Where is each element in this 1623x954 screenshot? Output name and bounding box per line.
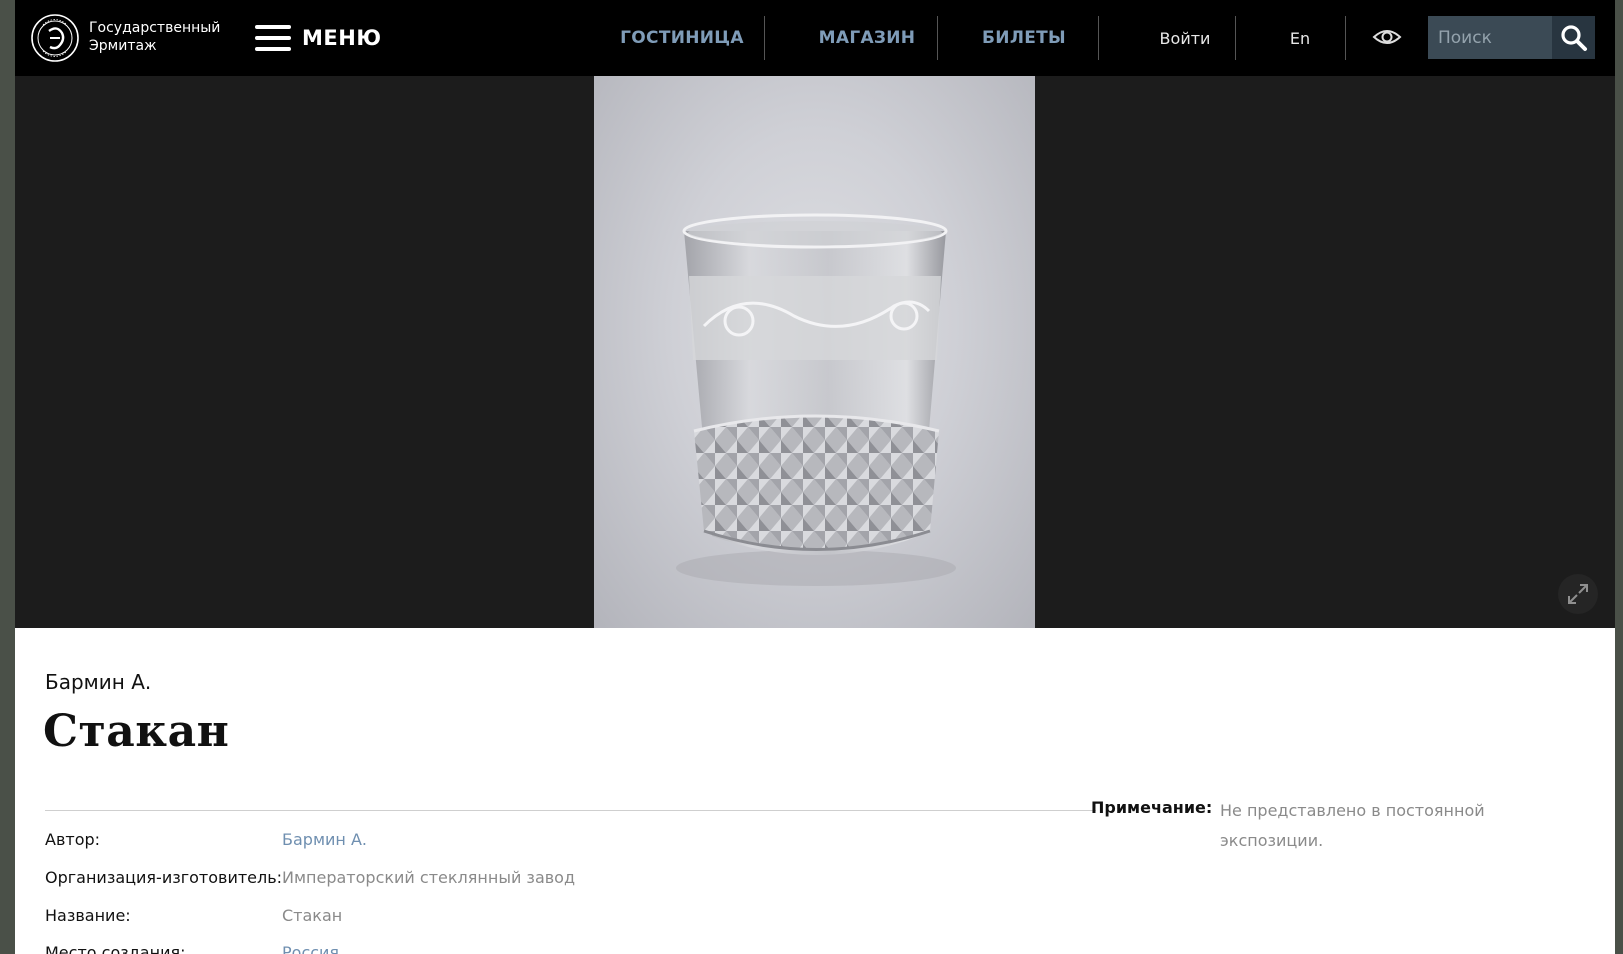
note-label: Примечание:	[1091, 798, 1213, 817]
detail-label: Место создания:	[45, 943, 186, 954]
detail-value: Императорский стеклянный завод	[282, 868, 576, 887]
search-icon	[1560, 24, 1587, 51]
page-title: Стакан	[43, 706, 230, 757]
detail-label: Название:	[45, 906, 131, 925]
detail-value: Стакан	[282, 906, 343, 925]
logo-text[interactable]: Государственный Эрмитаж	[89, 19, 220, 55]
expand-button[interactable]	[1558, 574, 1598, 614]
nav-divider	[1235, 16, 1236, 60]
logo-text-line1: Государственный	[89, 20, 221, 36]
logo-seal-icon[interactable]	[29, 5, 81, 70]
language-switch[interactable]: En	[1255, 0, 1345, 76]
hamburger-icon	[255, 25, 291, 51]
nav-divider	[937, 16, 938, 60]
hero-image-area	[15, 76, 1615, 628]
item-author: Бармин А.	[45, 670, 152, 694]
detail-label: Организация-изготовитель:	[45, 868, 283, 887]
nav-link-shop[interactable]: МАГАЗИН	[800, 0, 934, 76]
item-photo[interactable]	[594, 76, 1035, 628]
menu-button[interactable]: МЕНЮ	[255, 24, 381, 52]
nav-link-tickets[interactable]: БИЛЕТЫ	[965, 0, 1083, 76]
search-button[interactable]	[1552, 16, 1595, 59]
nav-divider	[1345, 16, 1346, 60]
eye-icon[interactable]	[1372, 22, 1402, 52]
site-header: Государственный Эрмитаж МЕНЮ ГОСТИНИЦА М…	[15, 0, 1615, 76]
nav-divider	[764, 16, 765, 60]
detail-value-author-link[interactable]: Бармин А.	[282, 830, 367, 849]
login-link[interactable]: Войти	[1135, 0, 1235, 76]
search-input[interactable]	[1428, 16, 1552, 59]
page: Государственный Эрмитаж МЕНЮ ГОСТИНИЦА М…	[15, 0, 1615, 954]
logo-text-line2: Эрмитаж	[89, 38, 157, 54]
detail-label: Автор:	[45, 830, 101, 849]
menu-label: МЕНЮ	[302, 26, 382, 50]
nav-divider	[1098, 16, 1099, 60]
note-value: Не представлено в постоянной экспозиции.	[1220, 801, 1485, 850]
expand-icon	[1568, 584, 1588, 604]
details-divider	[45, 810, 1096, 811]
nav-link-hotel[interactable]: ГОСТИНИЦА	[615, 0, 749, 76]
detail-value-place-link[interactable]: Россия	[282, 943, 339, 954]
